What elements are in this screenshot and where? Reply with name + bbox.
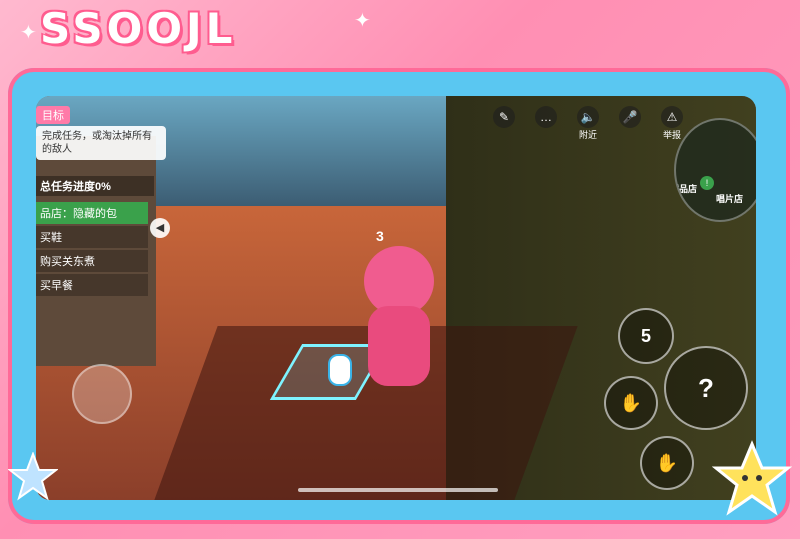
task-item[interactable]: 购买关东煮 [36, 250, 148, 272]
star-mascot-icon [8, 452, 58, 501]
toolbar-chat[interactable]: … [532, 106, 560, 141]
task-item[interactable]: 品店：隐藏的包 [36, 202, 148, 224]
character-marker: 3 [376, 228, 384, 244]
mic-muted-icon: 🎤 [619, 106, 641, 128]
speaker-icon: 🔈 [577, 106, 599, 128]
brand-logo: SSOOJL [40, 4, 237, 53]
minimap-label-partial: 甜品店 [676, 184, 698, 194]
sparkle-icon: ✦ [20, 22, 37, 44]
toolbar-report[interactable]: ⚠ 举报 [658, 106, 686, 141]
mission-description: 完成任务，或淘汰掉所有的敌人 [36, 126, 166, 160]
game-screen[interactable]: 目标 完成任务，或淘汰掉所有的敌人 总任务进度0% 品店：隐藏的包 买鞋 购买关… [36, 96, 756, 500]
task-note-icon: ✎ [493, 106, 515, 128]
skill-button-c[interactable]: ✋ [640, 436, 694, 490]
minimap-label-shop: 唱片店 [716, 194, 744, 204]
mission-panel: 目标 完成任务，或淘汰掉所有的敌人 [36, 106, 176, 160]
character-body [368, 306, 430, 386]
task-item[interactable]: 买鞋 [36, 226, 148, 248]
star-mascot-icon [712, 440, 792, 516]
task-progress: 总任务进度0% [36, 176, 154, 196]
home-indicator [298, 488, 498, 492]
toolbar-mic[interactable]: 🎤 [616, 106, 644, 141]
minimap[interactable]: ! 甜品店 唱片店 [674, 118, 756, 222]
top-toolbar: ✎ … 🔈 附近 🎤 ⚠ 举报 [490, 106, 686, 141]
movement-joystick[interactable] [72, 364, 132, 424]
collapse-task-button[interactable]: ◀ [150, 218, 170, 238]
toolbar-label: 附近 [578, 130, 597, 140]
skill-button-b[interactable]: ✋ [604, 376, 658, 430]
report-icon: ⚠ [661, 106, 683, 128]
skill-button-5[interactable]: 5 [618, 308, 674, 364]
sparkle-icon: ✦ [354, 10, 371, 32]
main-action-button[interactable]: ? [664, 346, 748, 430]
chat-icon: … [535, 106, 557, 128]
toolbar-task-note[interactable]: ✎ [490, 106, 518, 141]
task-list: 品店：隐藏的包 买鞋 购买关东煮 买早餐 [36, 202, 148, 298]
toolbar-nearby-voice[interactable]: 🔈 附近 [574, 106, 602, 141]
pet-companion [328, 354, 352, 386]
task-item[interactable]: 买早餐 [36, 274, 148, 296]
minimap-alert-icon: ! [700, 176, 714, 190]
player-character: 3 [354, 228, 444, 426]
mission-tag: 目标 [36, 106, 70, 124]
